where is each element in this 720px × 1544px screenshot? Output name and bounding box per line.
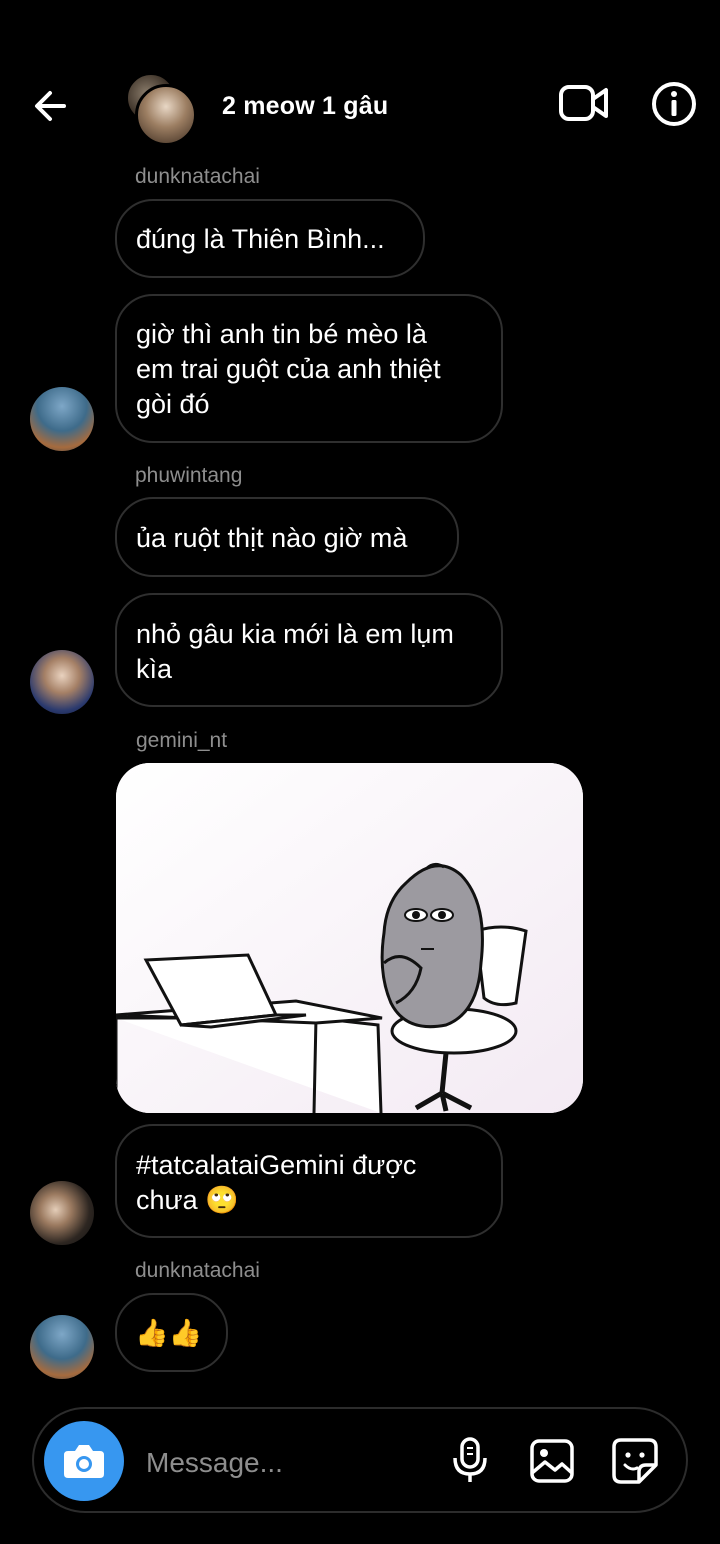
message-line: nhỏ gâu kia mới là em lụm <box>136 619 454 649</box>
sender-username: gemini_nt <box>136 729 228 752</box>
image-gallery-icon[interactable] <box>529 1438 575 1484</box>
sender-avatar[interactable] <box>30 650 94 714</box>
message-line: em trai guột của anh thiệt <box>136 354 441 384</box>
back-arrow-icon[interactable] <box>26 82 76 132</box>
message-input[interactable] <box>144 1440 438 1486</box>
message-text: giờ thì anh tin bé mèo là em trai guột c… <box>136 317 441 422</box>
sender-avatar[interactable] <box>30 387 94 451</box>
sticker-image[interactable] <box>116 763 583 1113</box>
message-bubble[interactable]: #tatcalataiGemini được chưa 🙄 <box>115 1124 503 1238</box>
sticker-icon[interactable] <box>611 1437 659 1485</box>
group-avatar[interactable] <box>125 72 197 146</box>
sticker-drawing <box>116 763 583 1113</box>
camera-button[interactable] <box>44 1421 124 1501</box>
message-bubble[interactable]: ủa ruột thịt nào giờ mà <box>115 497 459 577</box>
message-bubble[interactable]: đúng là Thiên Bình... <box>115 199 425 278</box>
sender-avatar[interactable] <box>30 1315 94 1379</box>
message-line: kìa <box>136 654 173 684</box>
message-bubble[interactable]: nhỏ gâu kia mới là em lụm kìa <box>115 593 503 707</box>
sender-username: dunknatachai <box>135 165 260 188</box>
sender-username: phuwintang <box>135 464 243 487</box>
message-bubble[interactable]: 👍👍 <box>115 1293 228 1372</box>
message-line: #tatcalataiGemini được <box>136 1150 417 1180</box>
message-text: đúng là Thiên Bình... <box>136 224 385 254</box>
camera-icon <box>64 1445 104 1478</box>
message-line: gòi đó <box>136 389 210 419</box>
message-line: giờ thì anh tin bé mèo là <box>136 319 427 349</box>
microphone-icon[interactable] <box>450 1436 490 1486</box>
sender-avatar[interactable] <box>30 1181 94 1245</box>
sender-username: dunknatachai <box>135 1259 260 1282</box>
message-text: #tatcalataiGemini được chưa 🙄 <box>136 1148 416 1218</box>
video-call-icon[interactable] <box>558 82 610 124</box>
message-text: ủa ruột thịt nào giờ mà <box>136 523 408 553</box>
thread-title[interactable]: 2 meow 1 gâu <box>222 92 388 121</box>
member-avatar-2 <box>135 84 197 146</box>
chat-header: 2 meow 1 gâu <box>0 0 720 150</box>
message-line: chưa 🙄 <box>136 1185 239 1215</box>
message-bubble[interactable]: giờ thì anh tin bé mèo là em trai guột c… <box>115 294 503 443</box>
info-icon[interactable] <box>650 80 698 128</box>
message-text: nhỏ gâu kia mới là em lụm kìa <box>136 617 454 687</box>
message-text: 👍👍 <box>135 1318 203 1348</box>
